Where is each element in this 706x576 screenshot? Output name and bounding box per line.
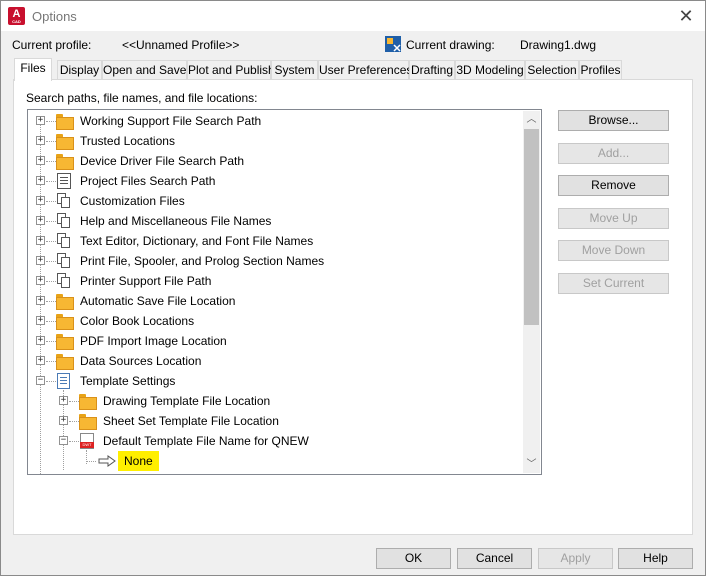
move-down-button[interactable]: Move Down — [558, 240, 669, 261]
window-title: Options — [32, 9, 77, 24]
expand-icon[interactable]: + — [36, 156, 45, 165]
template-file-name-value: None — [118, 451, 159, 471]
collapse-icon[interactable]: − — [36, 376, 45, 385]
expand-icon[interactable]: + — [36, 116, 45, 125]
current-profile-label: Current profile: — [12, 38, 92, 52]
scroll-thumb[interactable] — [524, 129, 539, 325]
tree-item-label: Text Editor, Dictionary, and Font File N… — [80, 234, 314, 248]
browse-button[interactable]: Browse... — [558, 110, 669, 131]
tab-files[interactable]: Files — [14, 58, 52, 81]
expand-icon[interactable]: + — [59, 416, 68, 425]
tree-item-label: Color Book Locations — [80, 314, 195, 328]
move-up-button[interactable]: Move Up — [558, 208, 669, 229]
folder-icon — [56, 294, 74, 310]
folder-icon — [79, 414, 97, 430]
current-drawing-label: Current drawing: — [406, 38, 495, 52]
project-icon — [57, 173, 71, 189]
tree-item-label: Project Files Search Path — [80, 174, 216, 188]
help-button[interactable]: Help — [618, 548, 693, 569]
folder-icon — [56, 354, 74, 370]
add-button[interactable]: Add... — [558, 143, 669, 164]
tree-item-label: Trusted Locations — [80, 134, 175, 148]
apply-button[interactable]: Apply — [538, 548, 613, 569]
cancel-button[interactable]: Cancel — [457, 548, 532, 569]
tree-item-label: Drawing Template File Location — [103, 394, 271, 408]
template-icon — [57, 373, 70, 389]
tree-item-label: Printer Support File Path — [80, 274, 212, 288]
tree-item-label: Sheet Set Template File Location — [103, 414, 279, 428]
tree-scrollbar[interactable]: ︿ ﹀ — [523, 111, 540, 473]
tree-item-label: Working Support File Search Path — [80, 114, 262, 128]
scroll-up-icon[interactable]: ︿ — [523, 111, 540, 128]
tree-item-label: Customization Files — [80, 194, 185, 208]
pages-icon — [57, 273, 71, 289]
expand-icon[interactable]: + — [36, 276, 45, 285]
pages-icon — [57, 233, 71, 249]
collapse-icon[interactable]: − — [59, 436, 68, 445]
current-drawing-value: Drawing1.dwg — [520, 38, 597, 52]
tab-profiles[interactable]: Profiles — [579, 60, 622, 80]
expand-icon[interactable]: + — [36, 296, 45, 305]
folder-icon — [56, 154, 74, 170]
tab-open-and-save[interactable]: Open and Save — [102, 60, 187, 80]
expand-icon[interactable]: + — [59, 396, 68, 405]
tab-display[interactable]: Display — [57, 60, 102, 80]
tab-drafting[interactable]: Drafting — [409, 60, 455, 80]
tree-item-label: Template Settings — [80, 374, 176, 388]
app-logo-icon: A CAD — [8, 7, 25, 25]
tree-item-label: Device Driver File Search Path — [80, 154, 245, 168]
expand-icon[interactable]: + — [36, 196, 45, 205]
expand-icon[interactable]: + — [36, 356, 45, 365]
dwt-file-icon — [80, 433, 94, 449]
pages-icon — [57, 213, 71, 229]
folder-icon — [56, 114, 74, 130]
folder-icon — [56, 334, 74, 350]
drawing-icon — [385, 36, 401, 52]
tree-item-label: Help and Miscellaneous File Names — [80, 214, 272, 228]
tree-item-label: Data Sources Location — [80, 354, 202, 368]
file-locations-tree[interactable]: + Working Support File Search Path + Tru… — [27, 109, 542, 475]
expand-icon[interactable]: + — [36, 316, 45, 325]
folder-icon — [56, 314, 74, 330]
remove-button[interactable]: Remove — [558, 175, 669, 196]
expand-icon[interactable]: + — [36, 176, 45, 185]
tab-3d-modeling[interactable]: 3D Modeling — [455, 60, 525, 80]
search-paths-heading: Search paths, file names, and file locat… — [26, 91, 258, 105]
expand-icon[interactable]: + — [36, 216, 45, 225]
expand-icon[interactable]: + — [36, 136, 45, 145]
folder-icon — [56, 134, 74, 150]
tree-item-label: PDF Import Image Location — [80, 334, 227, 348]
tab-plot-and-publish[interactable]: Plot and Publish — [187, 60, 275, 80]
options-dialog: A CAD Options ✕ Current profile: <<Unname… — [0, 0, 706, 576]
pages-icon — [57, 253, 71, 269]
scroll-down-icon[interactable]: ﹀ — [523, 456, 540, 473]
expand-icon[interactable]: + — [36, 236, 45, 245]
current-profile-value: <<Unnamed Profile>> — [122, 38, 240, 52]
close-icon[interactable]: ✕ — [675, 5, 697, 27]
tree-item-label: Default Template File Name for QNEW — [103, 434, 309, 448]
expand-icon[interactable]: + — [36, 336, 45, 345]
tree-item-label: Print File, Spooler, and Prolog Section … — [80, 254, 325, 268]
title-bar: A CAD Options ✕ — [1, 1, 705, 31]
tab-selection[interactable]: Selection — [525, 60, 579, 80]
folder-icon — [79, 394, 97, 410]
ok-button[interactable]: OK — [376, 548, 451, 569]
tab-strip: Files Display Open and Save Plot and Pub… — [14, 58, 694, 81]
expand-icon[interactable]: + — [36, 256, 45, 265]
tab-user-preferences[interactable]: User Preferences — [318, 60, 412, 80]
profile-row: Current profile: <<Unnamed Profile>> Cur… — [1, 38, 705, 54]
set-current-button[interactable]: Set Current — [558, 273, 669, 294]
tree-item-label: Automatic Save File Location — [80, 294, 236, 308]
tab-system[interactable]: System — [271, 60, 318, 80]
arrow-right-icon — [98, 455, 116, 467]
pages-icon — [57, 193, 71, 209]
